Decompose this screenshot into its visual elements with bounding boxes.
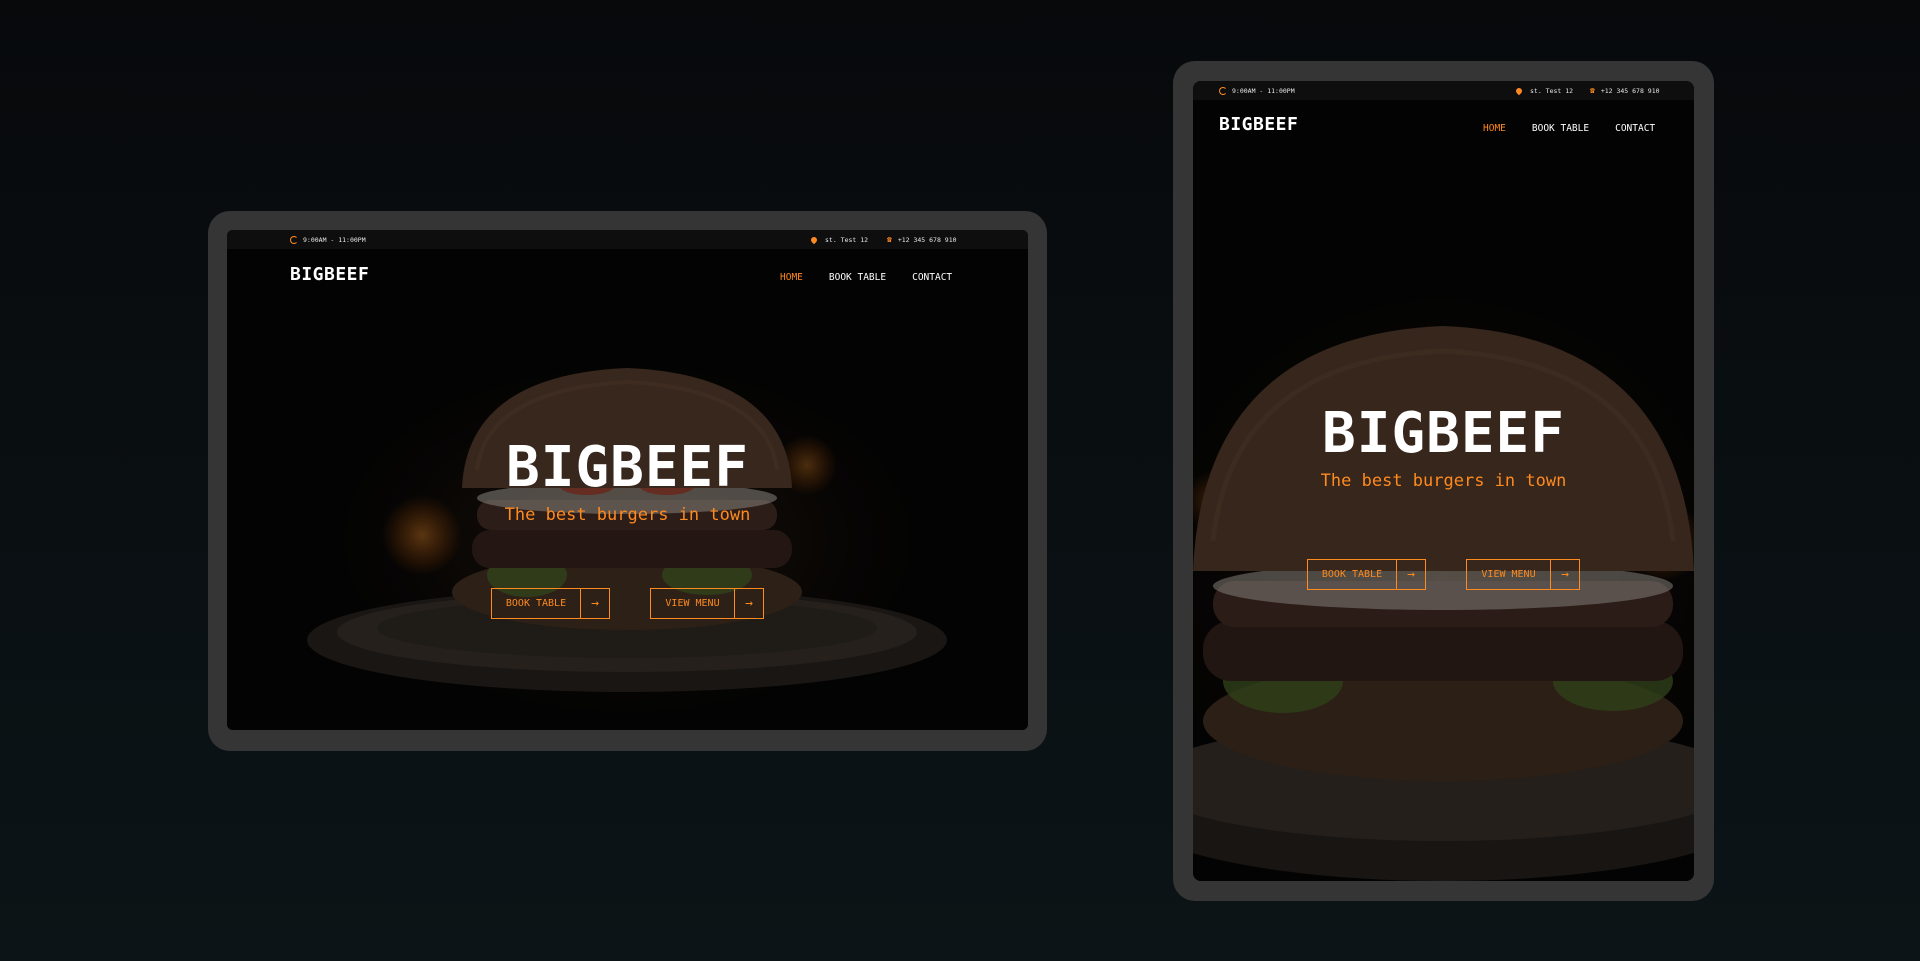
nav-contact[interactable]: CONTACT: [912, 272, 952, 283]
phone-icon: ☎: [887, 235, 892, 244]
phone-info: ☎ +12 345 678 910: [1590, 86, 1660, 95]
hours-text: 9:00AM - 11:00PM: [1232, 86, 1295, 95]
nav-book-table[interactable]: BOOK TABLE: [1532, 123, 1589, 134]
top-info-bar: 9:00AM - 11:00PM st. Test 12 ☎ +12 345 6…: [1193, 81, 1694, 100]
portrait-screen: 9:00AM - 11:00PM st. Test 12 ☎ +12 345 6…: [1193, 81, 1694, 881]
hero-title: BIGBEEF: [505, 435, 749, 500]
main-nav: HOME BOOK TABLE CONTACT: [1483, 123, 1655, 134]
clock-icon: [1219, 86, 1227, 95]
landscape-device-frame: 9:00AM - 11:00PM st. Test 12 ☎ +12 345 6…: [208, 211, 1047, 751]
hero-subtitle: The best burgers in town: [1320, 471, 1567, 491]
nav-book-table[interactable]: BOOK TABLE: [829, 272, 886, 283]
hours-info: 9:00AM - 11:00PM: [290, 235, 366, 244]
book-table-label: BOOK TABLE: [492, 589, 581, 618]
hero-title: BIGBEEF: [1321, 401, 1565, 466]
arrow-right-icon: →: [1407, 567, 1415, 582]
book-table-label: BOOK TABLE: [1308, 560, 1397, 589]
nav-home[interactable]: HOME: [780, 272, 803, 283]
view-menu-button[interactable]: VIEW MENU →: [650, 588, 764, 619]
main-nav: HOME BOOK TABLE CONTACT: [780, 272, 952, 283]
phone-info: ☎ +12 345 678 910: [887, 235, 957, 244]
logo[interactable]: BIGBEEF: [290, 264, 369, 285]
view-menu-label: VIEW MENU: [1467, 560, 1551, 589]
landscape-screen: 9:00AM - 11:00PM st. Test 12 ☎ +12 345 6…: [227, 230, 1028, 730]
location-pin-icon: [809, 235, 819, 244]
book-table-button[interactable]: BOOK TABLE →: [491, 588, 610, 619]
phone-text: +12 345 678 910: [897, 235, 957, 244]
phone-icon: ☎: [1590, 86, 1595, 95]
portrait-device-frame: 9:00AM - 11:00PM st. Test 12 ☎ +12 345 6…: [1173, 61, 1714, 901]
arrow-right-icon: →: [591, 596, 599, 611]
clock-icon: [290, 235, 298, 244]
top-info-bar: 9:00AM - 11:00PM st. Test 12 ☎ +12 345 6…: [227, 230, 1028, 249]
arrow-right-icon: →: [1561, 567, 1569, 582]
logo[interactable]: BIGBEEF: [1219, 114, 1298, 135]
phone-text: +12 345 678 910: [1600, 86, 1660, 95]
location-pin-icon: [1514, 86, 1524, 95]
hours-info: 9:00AM - 11:00PM: [1219, 86, 1295, 95]
view-menu-label: VIEW MENU: [651, 589, 735, 618]
address-info: st. Test 12: [809, 235, 869, 244]
nav-home[interactable]: HOME: [1483, 123, 1506, 134]
book-table-button[interactable]: BOOK TABLE →: [1307, 559, 1426, 590]
hero-subtitle: The best burgers in town: [504, 505, 751, 525]
nav-contact[interactable]: CONTACT: [1615, 123, 1655, 134]
address-text: st. Test 12: [1530, 86, 1574, 95]
address-text: st. Test 12: [825, 235, 869, 244]
arrow-right-icon: →: [745, 596, 753, 611]
hours-text: 9:00AM - 11:00PM: [303, 235, 366, 244]
address-info: st. Test 12: [1514, 86, 1574, 95]
view-menu-button[interactable]: VIEW MENU →: [1466, 559, 1580, 590]
